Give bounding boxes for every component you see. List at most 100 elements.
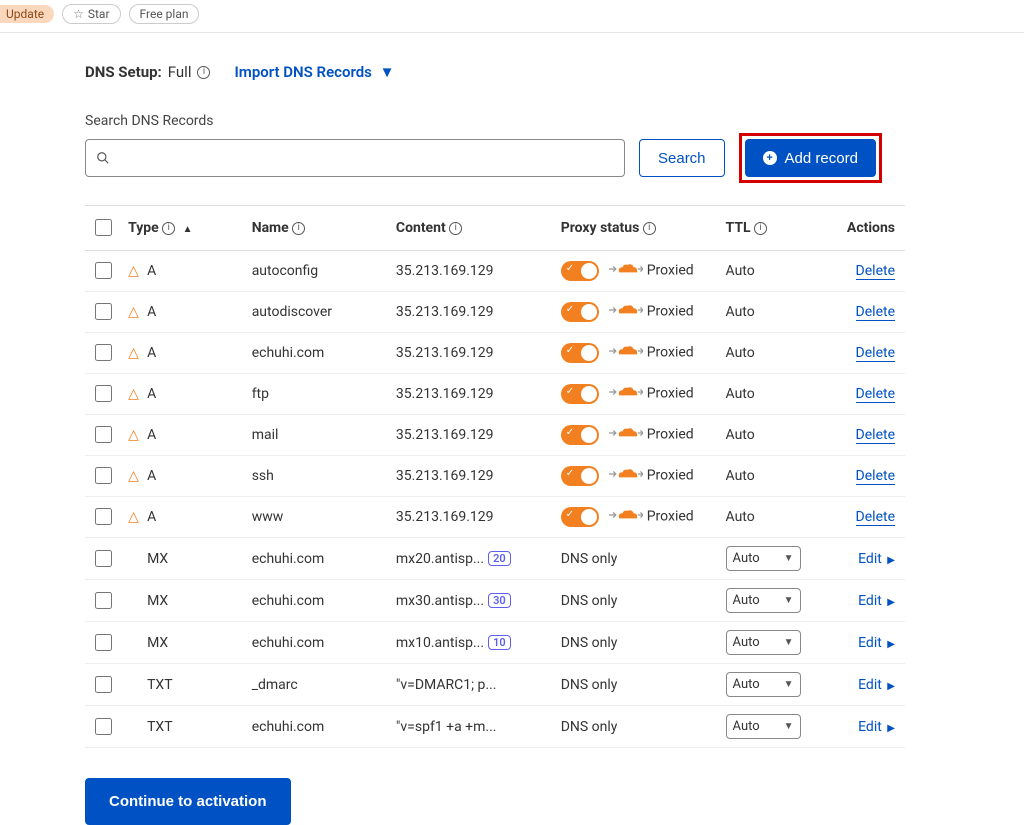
table-row[interactable]: △Aautodiscover35.213.169.129ProxiedAutoD… (85, 292, 905, 333)
proxy-toggle[interactable] (561, 384, 599, 404)
delete-link[interactable]: Delete (856, 304, 895, 321)
ttl-dropdown[interactable]: Auto▼ (726, 588, 801, 613)
search-button[interactable]: Search (639, 139, 725, 177)
proxy-label: DNS only (561, 551, 618, 567)
record-ttl: Auto▼ (720, 706, 823, 748)
table-row[interactable]: △Aftp35.213.169.129ProxiedAutoDelete (85, 374, 905, 415)
row-checkbox[interactable] (95, 550, 112, 567)
table-row[interactable]: △Aautoconfig35.213.169.129ProxiedAutoDel… (85, 251, 905, 292)
plan-pill[interactable]: Free plan (129, 4, 200, 24)
warning-icon: △ (128, 386, 143, 402)
star-pill[interactable]: ☆ Star (62, 4, 120, 24)
edit-link[interactable]: Edit ▶ (858, 635, 895, 651)
caret-down-icon: ▼ (380, 63, 395, 81)
proxy-toggle[interactable] (561, 302, 599, 322)
select-all-checkbox[interactable] (95, 219, 112, 236)
record-content: mx10.antisp...10 (390, 622, 555, 664)
edit-link[interactable]: Edit ▶ (858, 551, 895, 567)
record-ttl: Auto (720, 292, 823, 333)
record-ttl: Auto▼ (720, 580, 823, 622)
info-icon[interactable]: i (754, 222, 767, 235)
ttl-dropdown[interactable]: Auto▼ (726, 672, 801, 697)
update-pill[interactable]: Update (0, 5, 54, 23)
proxy-toggle[interactable] (561, 507, 599, 527)
delete-link[interactable]: Delete (856, 345, 895, 362)
proxy-toggle[interactable] (561, 261, 599, 281)
row-checkbox[interactable] (95, 303, 112, 320)
ttl-dropdown[interactable]: Auto▼ (726, 714, 801, 739)
edit-link[interactable]: Edit ▶ (858, 719, 895, 735)
record-proxy: DNS only (555, 706, 720, 748)
row-checkbox[interactable] (95, 385, 112, 402)
import-dns-link[interactable]: Import DNS Records ▼ (234, 63, 394, 81)
row-checkbox[interactable] (95, 262, 112, 279)
record-ttl: Auto (720, 251, 823, 292)
row-checkbox[interactable] (95, 508, 112, 525)
table-row[interactable]: TXTechuhi.com"v=spf1 +a +m...DNS onlyAut… (85, 706, 905, 748)
proxy-label: Proxied (647, 468, 694, 484)
record-ttl: Auto▼ (720, 664, 823, 706)
row-checkbox[interactable] (95, 634, 112, 651)
row-checkbox[interactable] (95, 718, 112, 735)
add-record-button[interactable]: + Add record (745, 139, 876, 177)
table-row[interactable]: △Aechuhi.com35.213.169.129ProxiedAutoDel… (85, 333, 905, 374)
record-proxy: DNS only (555, 622, 720, 664)
main-panel: DNS Setup: Full i Import DNS Records ▼ S… (85, 63, 1005, 825)
col-name[interactable]: Name i (246, 206, 390, 251)
col-proxy[interactable]: Proxy status i (555, 206, 720, 251)
col-ttl-label: TTL (726, 220, 751, 236)
record-type: A (147, 509, 156, 525)
record-name: echuhi.com (246, 622, 390, 664)
col-content[interactable]: Content i (390, 206, 555, 251)
continue-button[interactable]: Continue to activation (85, 778, 291, 825)
table-row[interactable]: MXechuhi.commx20.antisp...20DNS onlyAuto… (85, 538, 905, 580)
ttl-dropdown[interactable]: Auto▼ (726, 630, 801, 655)
info-icon[interactable]: i (643, 222, 656, 235)
search-input[interactable] (85, 139, 625, 177)
info-icon[interactable]: i (292, 222, 305, 235)
record-type: A (147, 345, 156, 361)
table-row[interactable]: TXT_dmarc"v=DMARC1; p...DNS onlyAuto▼Edi… (85, 664, 905, 706)
col-type[interactable]: Type i ▲ (122, 206, 246, 251)
ttl-dropdown[interactable]: Auto▼ (726, 546, 801, 571)
record-type: A (147, 304, 156, 320)
table-row[interactable]: △Amail35.213.169.129ProxiedAutoDelete (85, 415, 905, 456)
info-icon[interactable]: i (162, 222, 175, 235)
cloud-icon (609, 507, 643, 527)
record-name: autodiscover (246, 292, 390, 333)
info-icon[interactable]: i (197, 66, 210, 79)
row-checkbox[interactable] (95, 676, 112, 693)
table-row[interactable]: MXechuhi.commx10.antisp...10DNS onlyAuto… (85, 622, 905, 664)
record-proxy: Proxied (555, 456, 720, 497)
record-content: 35.213.169.129 (390, 251, 555, 292)
delete-link[interactable]: Delete (856, 263, 895, 280)
proxy-toggle[interactable] (561, 425, 599, 445)
delete-link[interactable]: Delete (856, 386, 895, 403)
row-checkbox[interactable] (95, 426, 112, 443)
warning-icon: △ (128, 263, 143, 279)
priority-badge: 10 (488, 635, 511, 650)
record-proxy: DNS only (555, 580, 720, 622)
proxy-toggle[interactable] (561, 343, 599, 363)
record-proxy: DNS only (555, 664, 720, 706)
col-ttl[interactable]: TTL i (720, 206, 823, 251)
edit-link[interactable]: Edit ▶ (858, 677, 895, 693)
info-icon[interactable]: i (449, 222, 462, 235)
record-content: mx20.antisp...20 (390, 538, 555, 580)
table-row[interactable]: △Assh35.213.169.129ProxiedAutoDelete (85, 456, 905, 497)
row-checkbox[interactable] (95, 592, 112, 609)
record-proxy: Proxied (555, 374, 720, 415)
delete-link[interactable]: Delete (856, 468, 895, 485)
proxy-toggle[interactable] (561, 466, 599, 486)
record-ttl: Auto (720, 497, 823, 538)
table-row[interactable]: △Awww35.213.169.129ProxiedAutoDelete (85, 497, 905, 538)
delete-link[interactable]: Delete (856, 427, 895, 444)
edit-link[interactable]: Edit ▶ (858, 593, 895, 609)
record-name: www (246, 497, 390, 538)
priority-badge: 20 (488, 551, 511, 566)
row-checkbox[interactable] (95, 467, 112, 484)
table-row[interactable]: MXechuhi.commx30.antisp...30DNS onlyAuto… (85, 580, 905, 622)
col-type-label: Type (128, 220, 159, 236)
row-checkbox[interactable] (95, 344, 112, 361)
delete-link[interactable]: Delete (856, 509, 895, 526)
